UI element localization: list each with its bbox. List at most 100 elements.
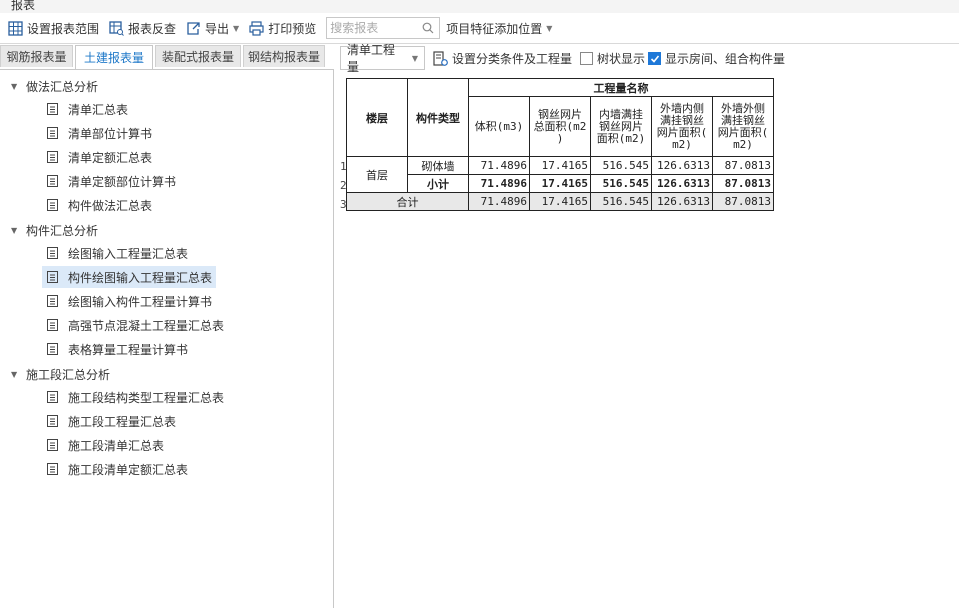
tree-item-label: 清单定额汇总表: [68, 150, 153, 165]
document-icon: [47, 199, 58, 211]
cell-value[interactable]: 516.545: [590, 156, 652, 175]
document-icon: [47, 415, 58, 427]
print-preview-button[interactable]: 打印预览: [241, 16, 318, 40]
set-report-range-label: 设置报表范围: [27, 21, 100, 36]
expand-arrow-icon[interactable]: ▼: [11, 82, 19, 91]
cell-subtotal-value[interactable]: 17.4165: [529, 174, 591, 193]
tree-item[interactable]: 施工段清单汇总表: [42, 434, 168, 456]
export-icon: [187, 21, 200, 35]
tree-item[interactable]: 构件做法汇总表: [42, 194, 156, 216]
cell-value[interactable]: 17.4165: [529, 156, 591, 175]
show-rooms-label[interactable]: 显示房间、组合构件量: [665, 50, 785, 67]
cell-total-value[interactable]: 126.6313: [651, 192, 713, 211]
quantity-table: 楼层 构件类型 工程量名称 体积(m3) 钢丝网片 总面积(m2 ) 内墙满挂 …: [346, 78, 774, 211]
classification-settings-icon: [433, 50, 448, 66]
document-icon: [47, 175, 58, 187]
document-icon: [47, 295, 58, 307]
cell-total-label[interactable]: 合计: [346, 192, 469, 211]
window-titlebar: 报表: [0, 0, 959, 13]
report-type-tabs: 钢筋报表量 土建报表量 装配式报表量 钢结构报表量: [0, 45, 335, 69]
tree-item-label: 施工段工程量汇总表: [68, 414, 177, 429]
tree-item[interactable]: 施工段结构类型工程量汇总表: [42, 386, 228, 408]
tree-group-component-summary[interactable]: ▼ 构件汇总分析: [0, 218, 98, 242]
tree-item[interactable]: 绘图输入构件工程量计算书: [42, 290, 216, 312]
tree-item[interactable]: 高强节点混凝土工程量汇总表: [42, 314, 228, 336]
tree-item[interactable]: 绘图输入工程量汇总表: [42, 242, 192, 264]
cell-subtotal-value[interactable]: 126.6313: [651, 174, 713, 193]
cell-total-value[interactable]: 87.0813: [712, 192, 774, 211]
window-title: 报表: [11, 0, 36, 12]
cell-component-type[interactable]: 砌体墙: [407, 156, 469, 175]
tree-display-label[interactable]: 树状显示: [597, 50, 645, 67]
set-classification-label: 设置分类条件及工程量: [452, 51, 573, 66]
tree-item[interactable]: 施工段清单定额汇总表: [42, 458, 192, 480]
tree-item-selected[interactable]: 构件绘图输入工程量汇总表: [42, 266, 217, 288]
cell-subtotal-value[interactable]: 87.0813: [712, 174, 774, 193]
tree-item-label: 高强节点混凝土工程量汇总表: [68, 318, 225, 333]
tree-group-method-summary[interactable]: ▼ 做法汇总分析: [0, 74, 98, 98]
tab-rebar-report[interactable]: 钢筋报表量: [0, 45, 73, 67]
document-icon: [47, 151, 58, 163]
print-preview-label: 打印预览: [268, 21, 317, 36]
expand-arrow-icon[interactable]: ▼: [11, 226, 19, 235]
tree-item-label: 构件做法汇总表: [68, 198, 153, 213]
tree-group-stage-summary[interactable]: ▼ 施工段汇总分析: [0, 362, 110, 386]
cell-subtotal-label[interactable]: 小计: [407, 174, 469, 193]
header-quantity-name: 工程量名称: [468, 78, 774, 97]
cell-value[interactable]: 71.4896: [468, 156, 530, 175]
tree-item-label: 施工段结构类型工程量汇总表: [68, 390, 225, 405]
report-tree-panel: ▼ 做法汇总分析 清单汇总表 清单部位计算书 清单定额汇总表 清单定额部位计算书…: [0, 69, 334, 608]
tab-prefab-report[interactable]: 装配式报表量: [155, 45, 241, 67]
feature-add-position-label: 项目特征添加位置: [446, 21, 543, 36]
header-column: 外墙内侧 满挂钢丝 网片面积( m2): [651, 96, 713, 157]
tree-item[interactable]: 施工段工程量汇总表: [42, 410, 180, 432]
document-icon: [47, 271, 58, 283]
header-column: 外墙外侧 满挂钢丝 网片面积( m2): [712, 96, 774, 157]
header-column: 体积(m3): [468, 96, 530, 157]
document-icon: [47, 127, 58, 139]
tree-item-label: 施工段清单定额汇总表: [68, 462, 189, 477]
report-reverse-check-button[interactable]: 报表反查: [101, 16, 178, 40]
report-grid: 1 2 3 楼层 构件类型 工程量名称 体积(m3) 钢丝网片 总面积(m2 )…: [340, 72, 959, 607]
cell-subtotal-value[interactable]: 71.4896: [468, 174, 530, 193]
tree-item-label: 绘图输入工程量汇总表: [68, 246, 189, 261]
report-reverse-check-label: 报表反查: [128, 21, 177, 36]
expand-arrow-icon[interactable]: ▼: [11, 370, 19, 379]
tree-item[interactable]: 清单汇总表: [42, 98, 132, 120]
tree-item-label: 构件绘图输入工程量汇总表: [68, 270, 213, 285]
export-label: 导出: [205, 21, 230, 36]
tree-display-checkbox[interactable]: [580, 51, 594, 65]
search-report-box: [326, 17, 441, 39]
search-report-input[interactable]: [327, 19, 423, 37]
header-column: 内墙满挂 钢丝网片 面积(m2): [590, 96, 652, 157]
cell-total-value[interactable]: 17.4165: [529, 192, 591, 211]
header-floor: 楼层: [346, 78, 408, 157]
set-report-range-button[interactable]: 设置报表范围: [0, 16, 101, 40]
tree-item[interactable]: 清单定额部位计算书: [42, 170, 180, 192]
chevron-down-icon: ▼: [411, 53, 418, 63]
quantity-type-dropdown[interactable]: 清单工程量 ▼: [340, 43, 425, 74]
chevron-down-icon[interactable]: ▼: [233, 24, 239, 33]
cell-subtotal-value[interactable]: 516.545: [590, 174, 652, 193]
tab-civil-report[interactable]: 土建报表量: [75, 45, 153, 69]
feature-add-position-dropdown[interactable]: 项目特征添加位置 ▼: [444, 16, 554, 40]
cell-total-value[interactable]: 71.4896: [468, 192, 530, 211]
cell-value[interactable]: 87.0813: [712, 156, 774, 175]
show-rooms-checkbox[interactable]: [648, 51, 662, 65]
tree-group-label: 施工段汇总分析: [26, 367, 111, 382]
tree-item[interactable]: 清单部位计算书: [42, 122, 156, 144]
export-button[interactable]: 导出 ▼: [178, 16, 241, 40]
tree-group-label: 构件汇总分析: [26, 223, 99, 238]
cell-floor[interactable]: 首层: [346, 156, 408, 193]
quantity-type-value: 清单工程量: [347, 43, 396, 74]
cell-value[interactable]: 126.6313: [651, 156, 713, 175]
tree-item[interactable]: 清单定额汇总表: [42, 146, 156, 168]
tree-group-label: 做法汇总分析: [26, 79, 99, 94]
search-icon[interactable]: [422, 22, 434, 34]
tab-steel-report[interactable]: 钢结构报表量: [243, 45, 325, 67]
set-classification-button[interactable]: 设置分类条件及工程量: [427, 46, 574, 70]
tree-item-label: 表格算量工程量计算书: [68, 342, 189, 357]
cell-total-value[interactable]: 516.545: [590, 192, 652, 211]
tree-item[interactable]: 表格算量工程量计算书: [42, 338, 192, 360]
document-icon: [47, 319, 58, 331]
